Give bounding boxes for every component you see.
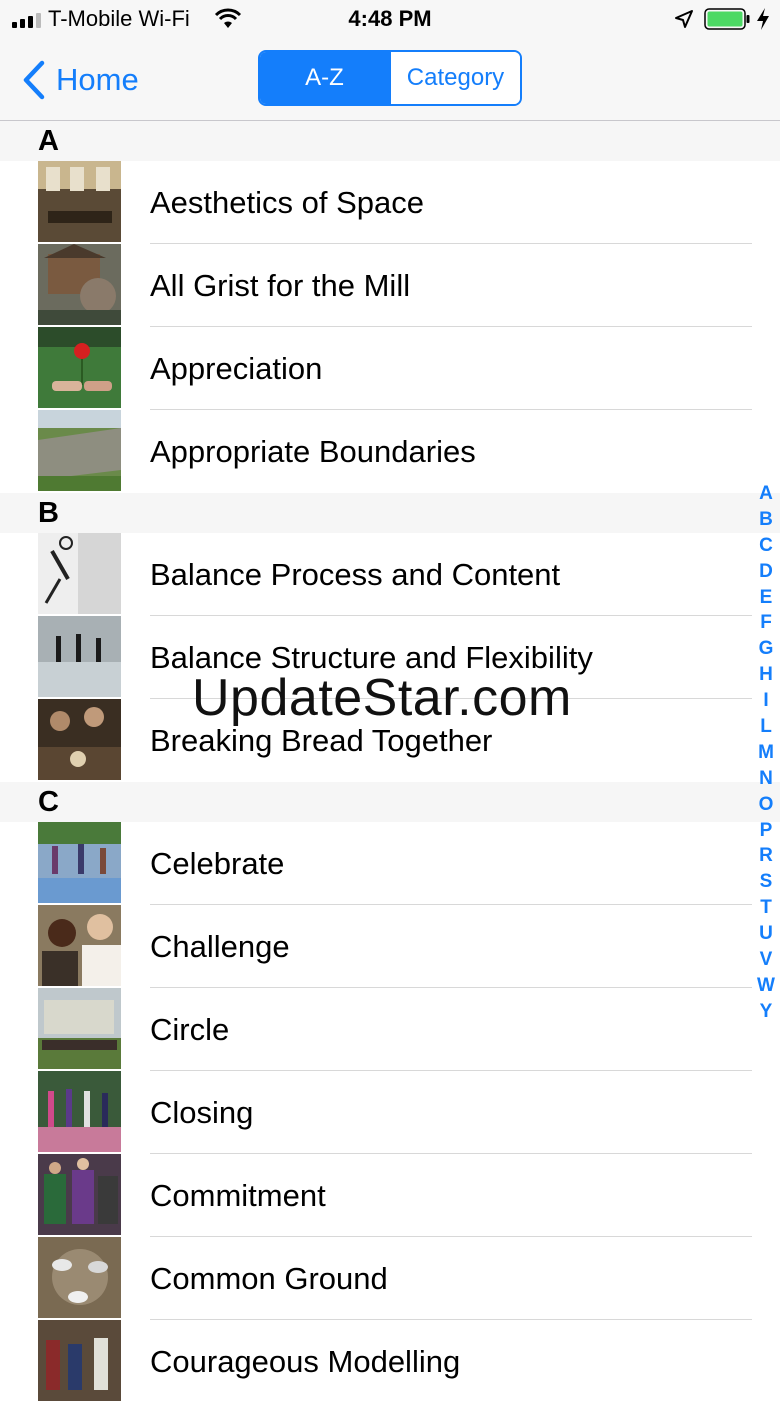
thumbnail-image	[38, 1237, 121, 1318]
chevron-left-icon	[23, 60, 45, 100]
index-letter[interactable]: C	[759, 533, 773, 559]
index-letter[interactable]: B	[759, 507, 773, 533]
list-item[interactable]: Challenge	[0, 905, 780, 988]
list-item[interactable]: Closing	[0, 1071, 780, 1154]
item-label: Challenge	[150, 929, 290, 964]
list-item[interactable]: Circle	[0, 988, 780, 1071]
list-item[interactable]: Courageous Modelling	[0, 1320, 780, 1403]
item-label: Closing	[150, 1095, 254, 1130]
index-letter[interactable]: L	[760, 714, 772, 740]
watermark: UpdateStar.com	[192, 669, 572, 727]
item-label: Courageous Modelling	[150, 1344, 461, 1379]
item-label: Balance Process and Content	[150, 557, 561, 592]
status-time: 4:48 PM	[348, 6, 432, 31]
index-letter[interactable]: F	[760, 610, 772, 636]
index-letter[interactable]: A	[759, 481, 773, 507]
item-label: Circle	[150, 1012, 230, 1047]
item-label: Appreciation	[150, 351, 323, 386]
section-index[interactable]: A B C D E F G H I L M N O P R S T U V W …	[754, 481, 778, 1025]
section-letter: B	[38, 497, 59, 529]
segment-category[interactable]: Category	[389, 52, 520, 104]
index-letter[interactable]: I	[763, 688, 768, 714]
index-letter[interactable]: Y	[760, 999, 773, 1025]
list-item[interactable]: Appreciation	[0, 327, 780, 410]
topic-list: A Aesthetics of Space All Grist for the …	[0, 121, 780, 1403]
charging-bolt-icon	[757, 8, 769, 30]
item-label: Aesthetics of Space	[150, 185, 424, 220]
list-item[interactable]: Balance Process and Content	[0, 533, 780, 616]
status-bar: T-Mobile Wi-Fi 4:48 PM	[0, 0, 780, 40]
segment-a-z[interactable]: A-Z	[260, 52, 389, 104]
navigation-bar: Home A-Z Category	[0, 40, 780, 121]
item-label: Common Ground	[150, 1261, 388, 1296]
index-letter[interactable]: R	[759, 843, 773, 869]
section-header-b: B	[0, 493, 780, 533]
list-item[interactable]: Aesthetics of Space	[0, 161, 780, 244]
section-header-c: C	[0, 782, 780, 822]
list-item[interactable]: Appropriate Boundaries	[0, 410, 780, 493]
thumbnail-image	[38, 616, 121, 697]
index-letter[interactable]: P	[760, 818, 773, 844]
index-letter[interactable]: E	[760, 585, 773, 611]
list-item[interactable]: Celebrate	[0, 822, 780, 905]
thumbnail-image	[38, 161, 121, 242]
index-letter[interactable]: T	[760, 895, 772, 921]
thumbnail-image	[38, 327, 121, 408]
thumbnail-image	[38, 699, 121, 780]
thumbnail-image	[38, 905, 121, 986]
thumbnail-image	[38, 1071, 121, 1152]
index-letter[interactable]: G	[759, 636, 774, 662]
section-letter: C	[38, 786, 59, 818]
index-letter[interactable]: H	[759, 662, 773, 688]
list-item[interactable]: All Grist for the Mill	[0, 244, 780, 327]
thumbnail-image	[38, 533, 121, 614]
battery-icon	[704, 8, 750, 30]
back-label: Home	[56, 62, 139, 97]
thumbnail-image	[38, 988, 121, 1069]
list-item[interactable]: Commitment	[0, 1154, 780, 1237]
index-letter[interactable]: V	[760, 947, 773, 973]
thumbnail-image	[38, 244, 121, 325]
list-item[interactable]: Common Ground	[0, 1237, 780, 1320]
index-letter[interactable]: M	[758, 740, 774, 766]
index-letter[interactable]: N	[759, 766, 773, 792]
index-letter[interactable]: O	[759, 792, 774, 818]
thumbnail-image	[38, 410, 121, 491]
section-letter: A	[38, 125, 59, 157]
index-letter[interactable]: W	[757, 973, 775, 999]
location-arrow-icon	[675, 10, 693, 28]
index-letter[interactable]: U	[759, 921, 773, 947]
item-label: All Grist for the Mill	[150, 268, 411, 303]
thumbnail-image	[38, 1320, 121, 1401]
thumbnail-image	[38, 1154, 121, 1235]
index-letter[interactable]: D	[759, 559, 773, 585]
item-label: Appropriate Boundaries	[150, 434, 476, 469]
back-button[interactable]: Home	[22, 58, 139, 102]
segmented-control: A-Z Category	[258, 50, 522, 106]
index-letter[interactable]: S	[760, 869, 773, 895]
item-label: Celebrate	[150, 846, 285, 881]
section-header-a: A	[0, 121, 780, 161]
item-label: Commitment	[150, 1178, 326, 1213]
thumbnail-image	[38, 822, 121, 903]
